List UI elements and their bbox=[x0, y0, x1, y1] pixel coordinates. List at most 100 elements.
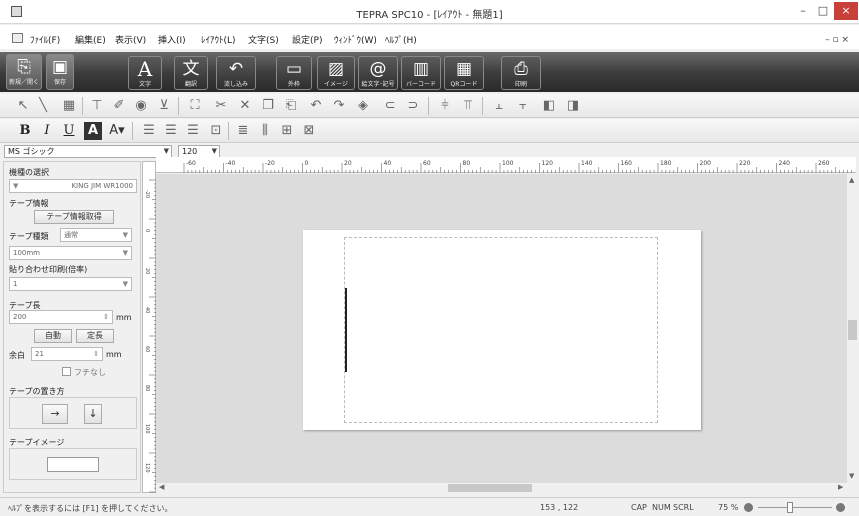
underline-icon[interactable]: U bbox=[60, 122, 78, 140]
tape-type-select[interactable]: 通常 ▼ bbox=[60, 228, 132, 242]
distribute-v-icon[interactable]: ⫟ bbox=[514, 97, 532, 115]
line-tool-icon[interactable]: ╲ bbox=[34, 97, 52, 115]
line-spacing-icon[interactable]: ≣ bbox=[234, 122, 252, 140]
layout-canvas[interactable] bbox=[156, 174, 847, 483]
close-button[interactable]: × bbox=[834, 2, 858, 20]
fit-icon[interactable]: ⛶ bbox=[186, 97, 204, 115]
paste-clipboard-icon[interactable]: ⎗ bbox=[282, 97, 300, 115]
tile-print-select[interactable]: 1 ▼ bbox=[9, 277, 132, 291]
vertical-arrow-icon[interactable]: ↓ bbox=[84, 404, 102, 424]
horizontal-scroll-thumb[interactable] bbox=[448, 484, 532, 492]
scroll-left-icon[interactable]: ◀ bbox=[159, 483, 164, 491]
image-button[interactable]: ▨ イメージ bbox=[317, 56, 355, 90]
save-button[interactable]: ▣ 保存 bbox=[46, 54, 74, 90]
italic-icon[interactable]: I bbox=[38, 122, 56, 140]
frame-button[interactable]: ▭ 外枠 bbox=[276, 56, 312, 90]
fix-size-icon[interactable]: ⊠ bbox=[300, 122, 318, 140]
ruler-tick-label: 80 bbox=[144, 385, 150, 391]
align-center-v-icon[interactable]: ⫪ bbox=[459, 97, 477, 115]
auto-fit-icon[interactable]: ⊞ bbox=[278, 122, 296, 140]
print-button[interactable]: ⎙ 印刷 bbox=[501, 56, 541, 90]
ungroup-icon[interactable]: ⊃ bbox=[404, 97, 422, 115]
margin-label: 余白 bbox=[9, 351, 25, 360]
align-icon[interactable]: ⊤ bbox=[88, 97, 106, 115]
scroll-up-icon[interactable]: ▲ bbox=[849, 176, 854, 184]
group-icon[interactable]: ⊂ bbox=[381, 97, 399, 115]
cut-icon[interactable]: ✂ bbox=[212, 97, 230, 115]
format-painter-icon[interactable]: ◈ bbox=[354, 97, 372, 115]
menu-text[interactable]: 文字(S) bbox=[248, 33, 279, 46]
outline-text-icon[interactable]: A bbox=[84, 122, 102, 140]
align-left-icon[interactable]: ☰ bbox=[140, 122, 158, 140]
undo-icon[interactable]: ↶ bbox=[307, 97, 325, 115]
scroll-down-icon[interactable]: ▼ bbox=[849, 472, 854, 480]
delete-icon[interactable]: ✕ bbox=[236, 97, 254, 115]
send-back-icon[interactable]: ◨ bbox=[564, 97, 582, 115]
translate-button[interactable]: 文翻訳 bbox=[174, 56, 208, 90]
margin-input[interactable]: 21 ⇕ bbox=[31, 347, 103, 361]
paste-button[interactable]: ↶ 流し込み bbox=[216, 56, 256, 90]
char-spacing-icon[interactable]: ⫼ bbox=[256, 122, 274, 140]
ruler-tick-label: 220 bbox=[739, 160, 751, 167]
text-button[interactable]: A 文字 bbox=[128, 56, 162, 90]
ruler-tick-label: 40 bbox=[144, 307, 150, 313]
ruler-tick-label: 0 bbox=[144, 229, 150, 232]
mdi-window-controls[interactable]: – ▫ × bbox=[825, 35, 849, 45]
bring-front-icon[interactable]: ◧ bbox=[540, 97, 558, 115]
menu-edit[interactable]: 編集(E) bbox=[75, 33, 106, 46]
minimize-button[interactable]: – bbox=[793, 2, 813, 20]
menu-settings[interactable]: 設定(P) bbox=[292, 33, 322, 46]
horizontal-arrow-icon[interactable]: → bbox=[42, 404, 68, 424]
tape-length-input[interactable]: 200 ⇕ bbox=[9, 310, 113, 324]
scroll-right-icon[interactable]: ▶ bbox=[838, 483, 843, 491]
menu-file[interactable]: ﾌｧｲﾙ(F) bbox=[30, 33, 60, 46]
align-center-icon[interactable]: ☰ bbox=[162, 122, 180, 140]
get-tape-info-button[interactable]: テープ情報取得 bbox=[34, 210, 114, 224]
no-edge-checkbox[interactable] bbox=[62, 367, 71, 376]
align-right-icon[interactable]: ☰ bbox=[184, 122, 202, 140]
zoom-out-icon[interactable] bbox=[744, 503, 753, 512]
menu-help[interactable]: ﾍﾙﾌﾟ(H) bbox=[385, 33, 417, 46]
fixed-length-button[interactable]: 定長 bbox=[76, 329, 114, 343]
zoom-slider-track[interactable] bbox=[758, 507, 832, 508]
menu-view[interactable]: 表示(V) bbox=[115, 33, 146, 46]
copy-icon[interactable]: ❐ bbox=[259, 97, 277, 115]
tape-settings-panel: 機種の選択 ▼ KING JIM WR1000 テープ情報 テープ情報取得 テープ… bbox=[3, 161, 141, 493]
menu-layout[interactable]: ﾚｲｱｳﾄ(L) bbox=[201, 33, 236, 46]
align-center-h-icon[interactable]: ⫩ bbox=[436, 97, 454, 115]
new-open-button[interactable]: ⎘ 新規／開く bbox=[6, 54, 42, 90]
select-arrow-icon[interactable]: ↖ bbox=[14, 97, 32, 115]
barcode-button[interactable]: ▥ バーコード bbox=[401, 56, 441, 90]
zoom-in-icon[interactable] bbox=[836, 503, 845, 512]
font-family-select[interactable]: MS ゴシック ▼ bbox=[4, 145, 172, 158]
chevron-down-icon: ▼ bbox=[13, 182, 19, 190]
qrcode-button[interactable]: ▦ QRコード bbox=[444, 56, 484, 90]
symbols-button[interactable]: @ 絵文字･記号 bbox=[358, 56, 398, 90]
cart-icon[interactable]: ⊻ bbox=[155, 97, 173, 115]
grid-icon[interactable]: ▦ bbox=[60, 97, 78, 115]
auto-length-button[interactable]: 自動 bbox=[34, 329, 72, 343]
menu-window[interactable]: ｳｨﾝﾄﾞｳ(W) bbox=[334, 33, 377, 46]
bold-icon[interactable]: B bbox=[16, 122, 34, 140]
eraser-icon[interactable]: ✐ bbox=[110, 97, 128, 115]
spinner-icon[interactable]: ⇕ bbox=[93, 348, 99, 360]
tape-label-paper[interactable] bbox=[303, 230, 701, 430]
tape-image-preview bbox=[9, 448, 137, 480]
vertical-scrollbar[interactable]: ▲ ▼ bbox=[847, 174, 858, 483]
vertical-ruler: -20020406080100120140 bbox=[142, 161, 157, 512]
redo-icon[interactable]: ↷ bbox=[330, 97, 348, 115]
zoom-slider-thumb[interactable] bbox=[787, 502, 793, 513]
spinner-icon[interactable]: ⇕ bbox=[103, 311, 109, 323]
font-color-icon[interactable]: A▾ bbox=[108, 122, 126, 140]
maximize-button[interactable]: □ bbox=[813, 2, 833, 20]
menu-insert[interactable]: 挿入(I) bbox=[158, 33, 186, 46]
tape-width-select[interactable]: 100mm ▼ bbox=[9, 246, 132, 260]
horizontal-scrollbar[interactable]: ◀ ▶ bbox=[156, 483, 847, 493]
globe-icon[interactable]: ◉ bbox=[132, 97, 150, 115]
model-select[interactable]: ▼ KING JIM WR1000 bbox=[9, 179, 137, 193]
toolbar-separator bbox=[82, 97, 83, 115]
distribute-h-icon[interactable]: ⫠ bbox=[490, 97, 508, 115]
text-frame-icon[interactable]: ⊡ bbox=[207, 122, 225, 140]
tape-info-label: テープ情報 bbox=[9, 199, 49, 208]
vertical-scroll-thumb[interactable] bbox=[848, 320, 857, 340]
